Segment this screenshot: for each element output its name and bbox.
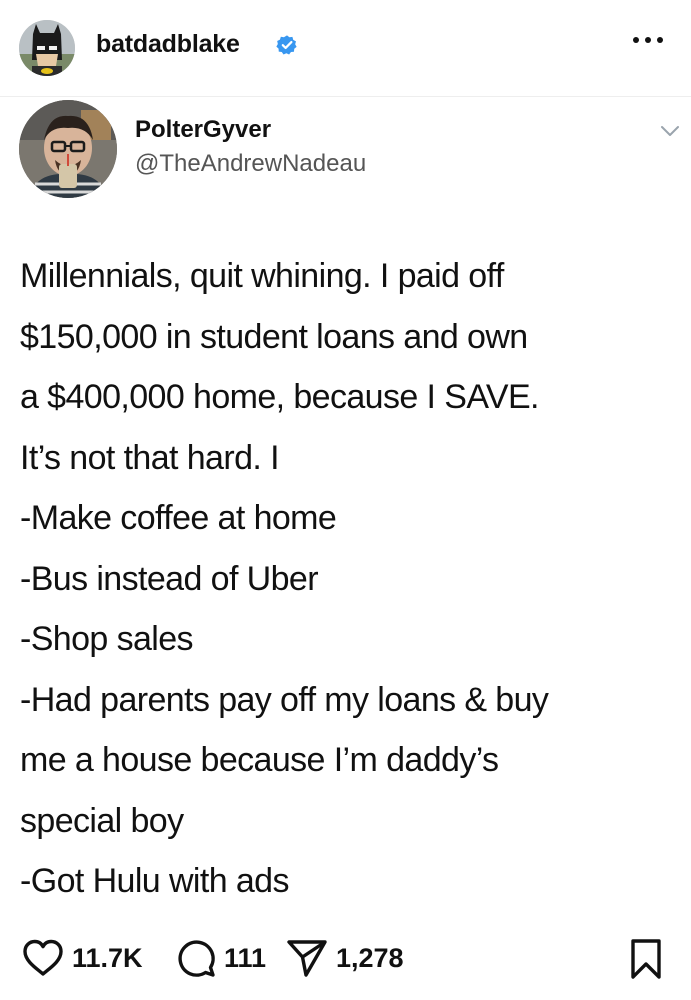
tweet-handle[interactable]: @TheAndrewNadeau [135,150,366,178]
profile-avatar[interactable] [19,20,75,76]
more-options-button[interactable] [633,30,663,50]
post-header: batdadblake [0,0,691,97]
heart-icon [23,939,63,976]
profile-photo-icon [19,100,117,198]
comment-bubble-icon [178,940,215,977]
likes-count: 11.7K [72,942,143,973]
shares-count: 1,278 [336,942,404,973]
tweet-text: Millennials, quit whining. I paid off $1… [20,246,680,912]
tweet-line: Millennials, quit whining. I paid off [20,257,504,295]
tweet-display-name[interactable]: PolterGyver [135,116,271,144]
chevron-down-icon[interactable] [659,120,681,142]
save-button[interactable] [629,938,663,985]
tweet-line: -Got Hulu with ads [20,862,289,900]
share-button[interactable]: 1,278 [286,936,404,980]
more-dot [645,37,651,43]
more-dot [633,37,639,43]
tweet-author-avatar[interactable] [19,100,117,198]
tweet-line: special boy [20,801,184,840]
verified-badge-icon [276,35,297,55]
tweet-line: me a house because I’m daddy’s [20,741,499,779]
send-paper-plane-icon [287,940,327,977]
more-dot [657,37,663,43]
bookmark-icon [631,939,661,979]
tweet-line: -Had parents pay off my loans & buy [20,680,549,719]
tweet-line: -Bus instead of Uber [20,559,319,598]
batman-avatar-icon [19,20,75,76]
tweet-line: $150,000 in student loans and own [20,317,528,356]
like-button[interactable]: 11.7K [22,936,143,980]
tweet-line: -Shop sales [20,620,194,658]
tweet-line: It’s not that hard. I [20,438,280,477]
comments-count: 111 [224,942,267,973]
comment-button[interactable]: 111 [176,936,266,980]
username[interactable]: batdadblake [96,30,240,59]
tweet-line: a $400,000 home, because I SAVE. [20,378,539,416]
tweet-line: -Make coffee at home [20,499,337,537]
post-action-bar: 11.7K 111 1,278 [0,928,691,988]
